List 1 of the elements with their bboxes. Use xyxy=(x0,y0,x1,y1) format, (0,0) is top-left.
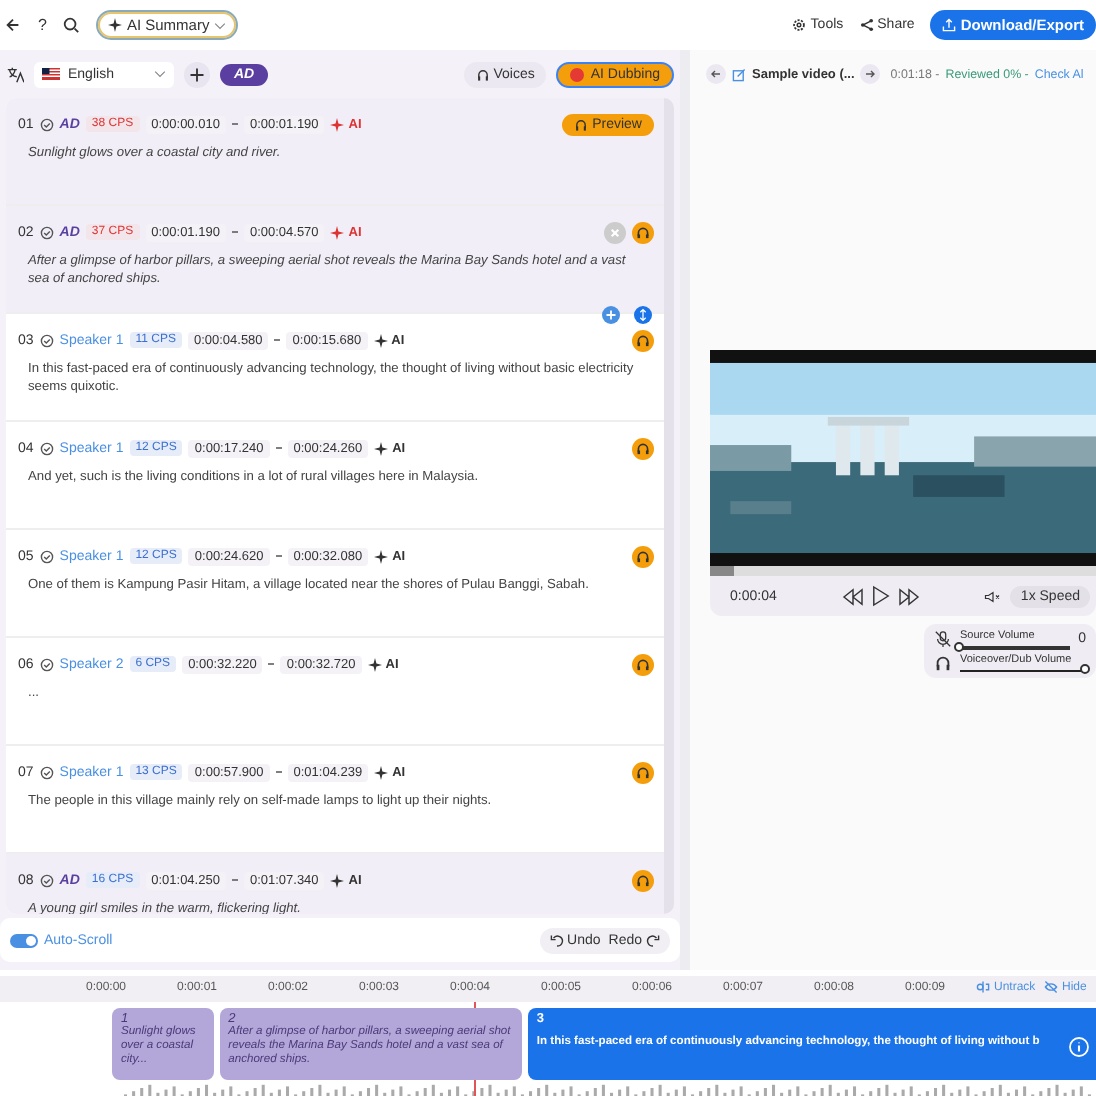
help-button[interactable]: ? xyxy=(38,16,47,34)
